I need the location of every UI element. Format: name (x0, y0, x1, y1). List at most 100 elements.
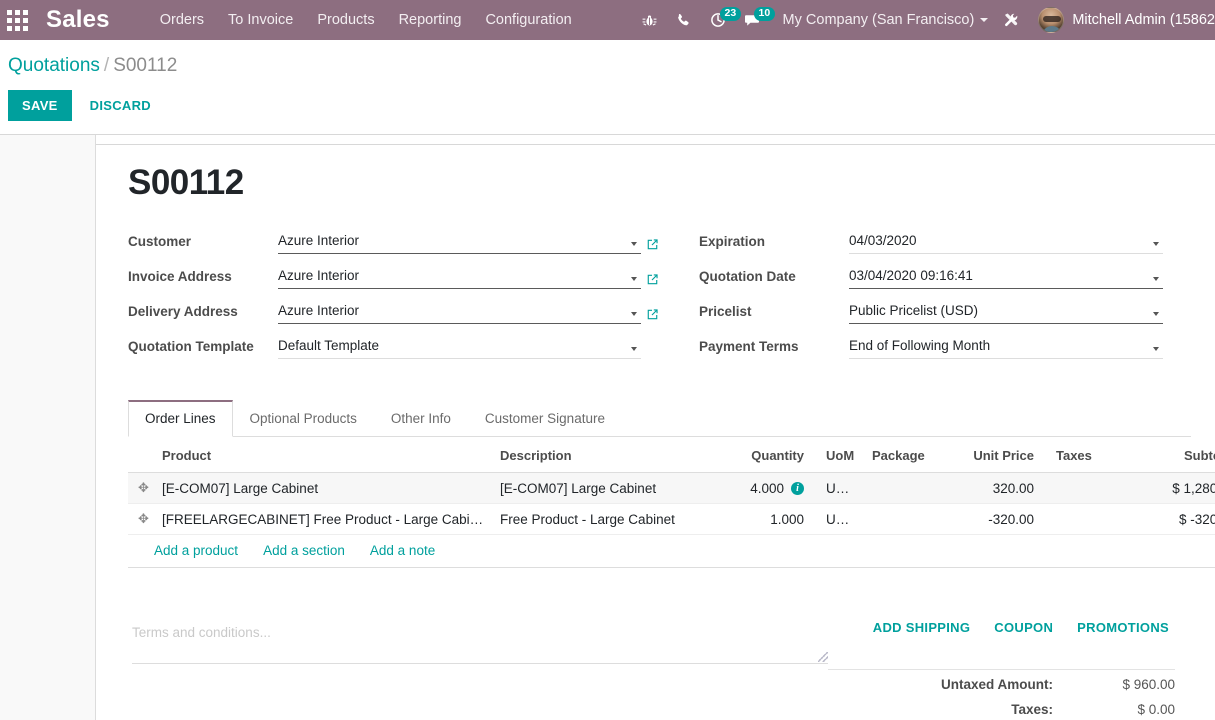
notebook-tabs: Order Lines Optional Products Other Info… (128, 400, 1191, 437)
cell-subtotal: $ -320.00 (1134, 503, 1215, 535)
quotation-template-value: Default Template (278, 338, 380, 353)
terms-placeholder: Terms and conditions... (132, 625, 271, 640)
tab-other-info[interactable]: Other Info (374, 400, 468, 437)
table-row[interactable]: ✥ [FREELARGECABINET] Free Product - Larg… (128, 503, 1215, 535)
drag-handle-icon[interactable]: ✥ (128, 472, 154, 504)
main-menu: Orders To Invoice Products Reporting Con… (148, 0, 584, 40)
table-row[interactable]: ✥ [E-COM07] Large Cabinet [E-COM07] Larg… (128, 472, 1215, 504)
add-a-note-link[interactable]: Add a note (370, 543, 435, 558)
form-column-left: Customer Azure Interior Invoice Address … (128, 230, 663, 370)
cell-taxes[interactable] (1042, 503, 1134, 535)
chevron-down-icon (1153, 312, 1159, 316)
apps-grid-icon[interactable] (0, 0, 34, 40)
col-quantity: Quantity (722, 437, 812, 473)
cell-product[interactable]: [FREELARGECABINET] Free Product - Large … (154, 503, 492, 535)
top-navbar: Sales Orders To Invoice Products Reporti… (0, 0, 1215, 40)
cell-description[interactable]: Free Product - Large Cabinet (492, 503, 722, 535)
table-header-row: Product Description Quantity UoM Package… (128, 437, 1215, 473)
cell-package[interactable] (864, 472, 962, 504)
order-lines-table: Product Description Quantity UoM Package… (128, 437, 1215, 568)
pricelist-input[interactable]: Public Pricelist (USD) (849, 302, 1163, 324)
bottom-section: Terms and conditions... ADD SHIPPING COU… (128, 620, 1191, 720)
cell-unit-price[interactable]: -320.00 (962, 503, 1042, 535)
tab-customer-signature[interactable]: Customer Signature (468, 400, 622, 437)
cell-uom[interactable]: Units (812, 503, 864, 535)
activities-clock-icon[interactable]: 23 (701, 0, 742, 40)
delivery-address-external-link-icon[interactable] (641, 308, 663, 324)
cell-unit-price[interactable]: 320.00 (962, 472, 1042, 504)
add-row-cell: Add a product Add a section Add a note (128, 534, 1215, 568)
user-name: Mitchell Admin (15862 (1072, 12, 1215, 28)
totals-row-taxes: Taxes: $ 0.00 (828, 697, 1175, 720)
form-body: S00112 Customer Azure Interior Invoice A… (0, 134, 1215, 720)
messages-badge: 10 (753, 7, 776, 21)
terms-and-conditions-input[interactable]: Terms and conditions... (132, 620, 828, 664)
tab-optional-products[interactable]: Optional Products (233, 400, 374, 437)
add-a-product-link[interactable]: Add a product (154, 543, 238, 558)
promotions-button[interactable]: PROMOTIONS (1077, 620, 1169, 635)
tab-order-lines[interactable]: Order Lines (128, 400, 233, 437)
delivery-address-value: Azure Interior (278, 303, 360, 318)
breadcrumb-quotations[interactable]: Quotations (8, 55, 100, 76)
col-subtotal: Subtotal (1134, 437, 1215, 473)
field-row-expiration: Expiration 04/03/2020 (699, 230, 1163, 254)
quotation-date-input[interactable]: 03/04/2020 09:16:41 (849, 267, 1163, 289)
payment-terms-input[interactable]: End of Following Month (849, 337, 1163, 359)
info-icon[interactable]: i (791, 482, 804, 496)
phone-icon[interactable] (667, 0, 701, 40)
company-switcher[interactable]: My Company (San Francisco) (769, 12, 995, 28)
add-a-section-link[interactable]: Add a section (263, 543, 345, 558)
cell-uom[interactable]: Units (812, 472, 864, 504)
menu-item-configuration[interactable]: Configuration (473, 0, 583, 40)
label-quotation-date: Quotation Date (699, 269, 796, 284)
customer-external-link-icon[interactable] (641, 238, 663, 254)
delivery-address-input[interactable]: Azure Interior (278, 302, 641, 324)
invoice-address-external-link-icon[interactable] (641, 273, 663, 289)
col-package: Package (864, 437, 962, 473)
cell-description[interactable]: [E-COM07] Large Cabinet (492, 472, 722, 504)
customer-input[interactable]: Azure Interior (278, 232, 641, 254)
messages-icon[interactable]: 10 (735, 0, 776, 40)
menu-item-reporting[interactable]: Reporting (387, 0, 474, 40)
resize-handle[interactable] (818, 652, 828, 662)
chevron-down-icon (631, 242, 637, 246)
menu-item-orders[interactable]: Orders (148, 0, 216, 40)
bug-icon[interactable] (633, 0, 667, 40)
avatar (1038, 7, 1065, 33)
discard-button[interactable]: DISCARD (80, 90, 161, 121)
add-shipping-button[interactable]: ADD SHIPPING (873, 620, 971, 635)
user-menu[interactable]: Mitchell Admin (15862 (1028, 7, 1215, 33)
invoice-address-input[interactable]: Azure Interior (278, 267, 641, 289)
label-delivery-address: Delivery Address (128, 304, 238, 319)
totals-row-untaxed: Untaxed Amount: $ 960.00 (828, 669, 1175, 697)
cell-quantity[interactable]: 1.000 (722, 503, 812, 535)
tools-wrench-icon[interactable] (994, 0, 1028, 40)
expiration-input[interactable]: 04/03/2020 (849, 232, 1163, 254)
chevron-down-icon (1153, 277, 1159, 281)
cell-package[interactable] (864, 503, 962, 535)
cell-taxes[interactable] (1042, 472, 1134, 504)
record-sheet: S00112 Customer Azure Interior Invoice A… (96, 135, 1215, 720)
cell-product[interactable]: [E-COM07] Large Cabinet (154, 472, 492, 504)
sheet-top-divider (96, 144, 1215, 145)
menu-item-to-invoice[interactable]: To Invoice (216, 0, 305, 40)
col-uom: UoM (812, 437, 864, 473)
customer-value: Azure Interior (278, 233, 360, 248)
menu-item-products[interactable]: Products (305, 0, 386, 40)
notebook: Order Lines Optional Products Other Info… (128, 400, 1215, 568)
form-fields-grid: Customer Azure Interior Invoice Address … (128, 230, 1191, 370)
value-untaxed-amount: $ 960.00 (1067, 669, 1175, 697)
field-row-pricelist: Pricelist Public Pricelist (USD) (699, 300, 1163, 324)
coupon-button[interactable]: COUPON (994, 620, 1053, 635)
chevron-down-icon (1153, 347, 1159, 351)
cell-quantity[interactable]: 4.000 i (722, 472, 812, 504)
chevron-down-icon (631, 277, 637, 281)
expiration-value: 04/03/2020 (849, 233, 917, 248)
save-button[interactable]: SAVE (8, 90, 72, 121)
app-brand-sales[interactable]: Sales (46, 8, 110, 32)
quotation-template-input[interactable]: Default Template (278, 337, 641, 359)
drag-handle-icon[interactable]: ✥ (128, 503, 154, 535)
label-customer: Customer (128, 234, 192, 249)
quantity-value: 4.000 (750, 480, 784, 496)
